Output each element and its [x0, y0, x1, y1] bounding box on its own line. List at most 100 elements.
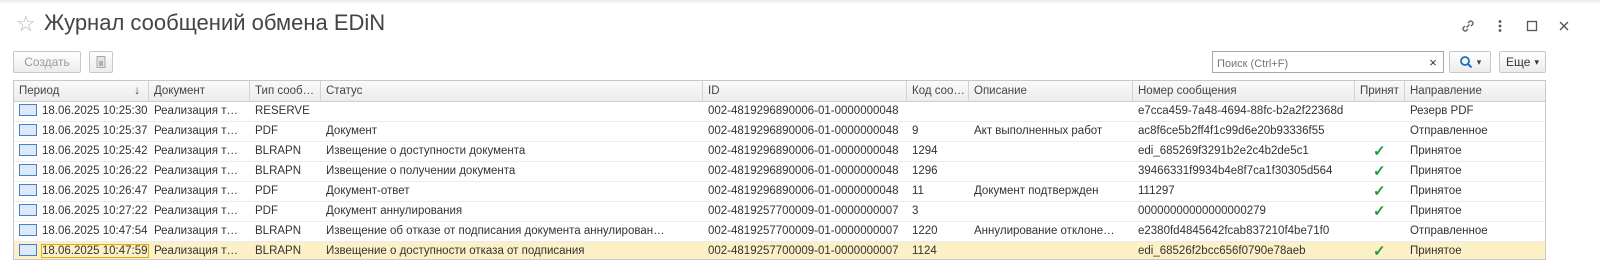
cell-period: 18.06.2025 10:25:30: [14, 102, 149, 121]
cell-code: [907, 102, 969, 121]
close-icon[interactable]: [1548, 14, 1580, 38]
print-button[interactable]: [89, 51, 113, 73]
cell-code: 1296: [912, 165, 938, 177]
cell-document: Реализация т…: [154, 145, 238, 157]
cell-type: BLRAPN: [255, 165, 302, 177]
window-top-edge: [0, 0, 1600, 4]
cell-id: 002-4819257700009-01-0000000007: [708, 205, 899, 217]
search-input[interactable]: [1212, 51, 1444, 73]
register-record-icon: [19, 103, 37, 116]
cell-type: BLRAPN: [255, 145, 302, 157]
cell-accepted: [1355, 102, 1405, 121]
column-header-label: Период: [19, 85, 60, 97]
table-header: Период ↓ Документ Тип сооб… Статус ID Ко…: [14, 81, 1545, 102]
cell-status: Извещение об отказе от подписания докуме…: [326, 225, 665, 237]
period-text: 18.06.2025 10:25:30: [42, 105, 148, 117]
cell-accepted: ✓: [1355, 182, 1405, 201]
cell-message-number: 111297: [1138, 185, 1175, 197]
checkmark-icon: ✓: [1373, 143, 1386, 160]
cell-direction: Отправленное: [1410, 225, 1488, 237]
table-row[interactable]: 18.06.2025 10:26:47 Реализация т… PDF Докум…: [14, 182, 1545, 202]
column-header-period[interactable]: Период ↓: [14, 81, 149, 101]
column-header-description[interactable]: Описание: [969, 81, 1133, 101]
register-record-icon: [19, 243, 37, 256]
cell-description: [969, 102, 1133, 121]
table-row[interactable]: 18.06.2025 10:25:37 Реализация т… PDF Докум…: [14, 122, 1545, 142]
cell-period: 18.06.2025 10:26:47: [14, 182, 149, 201]
cell-id: 002-4819257700009-01-0000000007: [708, 245, 899, 257]
column-header-status[interactable]: Статус: [321, 81, 703, 101]
cell-description: [969, 142, 1133, 161]
cell-status: Извещение о доступности документа: [326, 145, 526, 157]
cell-accepted: [1355, 222, 1405, 241]
cell-code: 1220: [912, 225, 938, 237]
period-text: 18.06.2025 10:47:59: [41, 244, 149, 258]
cell-document: Реализация т…: [154, 125, 238, 137]
table-row[interactable]: 18.06.2025 10:26:22 Реализация т… BLRAPN Из…: [14, 162, 1545, 182]
checkmark-icon: ✓: [1373, 243, 1386, 260]
cell-code: 1294: [912, 145, 938, 157]
more-vertical-icon[interactable]: [1484, 14, 1516, 38]
cell-type: RESERVE: [255, 105, 310, 117]
cell-direction: Отправленное: [1410, 125, 1488, 137]
cell-status: Документ: [326, 125, 378, 137]
cell-description: [969, 162, 1133, 181]
window-controls: [1452, 14, 1580, 38]
create-button[interactable]: Создать: [13, 51, 81, 73]
column-header-id[interactable]: ID: [703, 81, 907, 101]
messages-table: Период ↓ Документ Тип сооб… Статус ID Ко…: [13, 80, 1546, 260]
column-header-accepted[interactable]: Принят: [1355, 81, 1405, 101]
cell-type: PDF: [255, 125, 278, 137]
register-record-icon: [19, 223, 37, 236]
register-record-icon: [19, 143, 37, 156]
cell-description: [969, 242, 1133, 259]
column-header-message-number[interactable]: Номер сообщения: [1133, 81, 1355, 101]
maximize-icon[interactable]: [1516, 14, 1548, 38]
cell-message-number: ac8f6ce5b2ff4f1c99d6e20b93336f55: [1138, 125, 1325, 137]
table-row[interactable]: 18.06.2025 10:47:59 Реализация т… BLRAPN Из…: [14, 242, 1545, 260]
cell-message-number: edi_68526f2bcc656f0790e78aeb: [1138, 245, 1306, 257]
cell-status: Документ-ответ: [326, 185, 410, 197]
period-text: 18.06.2025 10:25:42: [42, 145, 148, 157]
table-row[interactable]: 18.06.2025 10:25:30 Реализация т… RESERVE 0…: [14, 102, 1545, 122]
chevron-down-icon: ▾: [1476, 56, 1482, 67]
cell-period: 18.06.2025 10:25:42: [14, 142, 149, 161]
cell-message-number: edi_685269f3291b2e2c4b2de5c1: [1138, 145, 1309, 157]
link-icon[interactable]: [1452, 14, 1484, 38]
table-row[interactable]: 18.06.2025 10:47:54 Реализация т… BLRAPN Из…: [14, 222, 1545, 242]
cell-document: Реализация т…: [154, 245, 238, 257]
cell-document: Реализация т…: [154, 105, 238, 117]
column-header-code[interactable]: Код соо…: [907, 81, 969, 101]
search-clear-button[interactable]: ×: [1423, 51, 1443, 73]
column-header-direction[interactable]: Направление: [1405, 81, 1545, 101]
cell-message-number: 39466331f9934b4e8f7ca1f30305d564: [1138, 165, 1333, 177]
cell-period: 18.06.2025 10:26:22: [14, 162, 149, 181]
cell-direction: Принятое: [1410, 205, 1462, 217]
period-text: 18.06.2025 10:47:54: [42, 225, 148, 237]
table-row[interactable]: 18.06.2025 10:27:22 Реализация т… PDF Докум…: [14, 202, 1545, 222]
more-button-label: Еще: [1506, 55, 1531, 69]
cell-code: 9: [912, 125, 919, 137]
more-button[interactable]: Еще ▾: [1499, 51, 1546, 73]
search-button[interactable]: ▾: [1449, 51, 1491, 73]
cell-description: Документ подтвержден: [974, 185, 1099, 197]
period-text: 18.06.2025 10:26:47: [42, 185, 148, 197]
table-row[interactable]: 18.06.2025 10:25:42 Реализация т… BLRAPN Из…: [14, 142, 1545, 162]
page-title: Журнал сообщений обмена EDiN: [44, 10, 386, 35]
cell-status: Документ аннулирования: [326, 205, 463, 217]
chevron-down-icon: ▾: [1534, 56, 1539, 67]
column-header-type[interactable]: Тип сооб…: [250, 81, 321, 101]
search-icon: [1459, 56, 1472, 69]
cell-message-number: e7cca459-7a48-4694-88fc-b2a2f22368d: [1138, 105, 1344, 117]
sort-arrow-icon: ↓: [134, 85, 140, 97]
cell-code: 11: [912, 185, 924, 197]
cell-accepted: ✓: [1355, 162, 1405, 181]
register-record-icon: [19, 183, 37, 196]
favorite-star-icon[interactable]: ☆: [16, 11, 36, 37]
cell-id: 002-4819296890006-01-0000000048: [708, 105, 899, 117]
cell-type: BLRAPN: [255, 245, 302, 257]
cell-direction: Принятое: [1410, 245, 1462, 257]
cell-id: 002-4819296890006-01-0000000048: [708, 165, 899, 177]
column-header-document[interactable]: Документ: [149, 81, 250, 101]
checkmark-icon: ✓: [1373, 183, 1386, 200]
